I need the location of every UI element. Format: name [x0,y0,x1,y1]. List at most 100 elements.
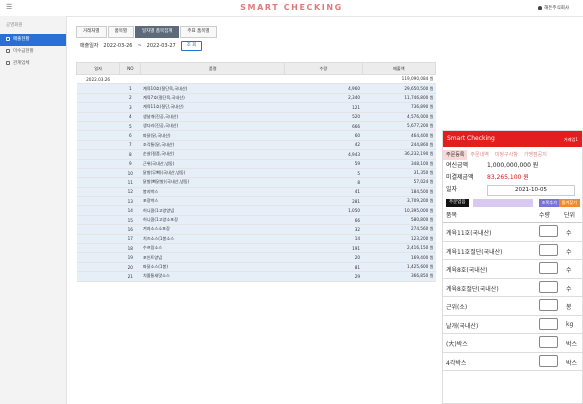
table-row[interactable]: 14 허니콤(1고양양념 1,050 10,395,000 원 [76,205,436,216]
date-cell: 2022.03.26 [76,74,120,85]
mobile-tab-notice[interactable]: 가맹점공지 [521,150,550,160]
quantity-input[interactable] [539,225,558,237]
quantity-input[interactable] [539,299,558,311]
table-row[interactable]: 4 생날개(진공,국내산) 520 4,576,000 원 [76,112,436,122]
row-no: 19 [119,252,141,263]
mobile-tab-unclaimed[interactable]: 미청구사항 [492,150,521,160]
tab-weekly-item[interactable]: 주표 품목별 [180,26,217,38]
table-row[interactable]: 6 파닭(닭,국내산) 60 464,400 원 [76,130,436,141]
blank-cell [76,83,120,94]
date-label: 일자 [446,186,458,193]
blank-cell [76,215,120,226]
row-no: 2 [119,93,141,104]
table-row[interactable]: 2 계육7호(절단육,국내산) 2,340 11,746,800 원 [76,93,436,104]
table-row[interactable]: 20 파닭소스(1봉) 81 1,425,600 원 [76,262,436,273]
sidebar-item-receivables[interactable]: 미수금현황 [0,46,66,58]
search-button[interactable]: 조 회 [180,41,203,51]
item-qty: 81 [284,262,363,273]
date-to-input[interactable]: 2022-03-27 [147,40,176,52]
quantity-input[interactable] [539,262,558,274]
table-header: 일자 NO 품명 수량 매출액 [75,62,437,75]
table-row[interactable]: 15 허니콤(1고양소포장 66 580,800 원 [76,215,436,226]
table-row[interactable]: 8 순살(절품,국내산) 4,943 36,232,190 원 [76,149,436,160]
item-name: 겨자소스소포장 [140,224,285,235]
mobile-title: Smart Checking [447,135,495,142]
list-icon [6,60,10,65]
table-row[interactable]: 13 포장박스 281 3,709,200 원 [76,196,436,207]
item-qty: 4,943 [284,149,363,160]
main-content: 거래처별 품목별 일자별 품목집계 주표 품목별 매출일자 2022-03-26… [76,26,436,52]
list-icon [6,36,10,41]
quantity-input[interactable] [539,243,558,256]
sidebar-item-label: 미수금현황 [13,49,34,54]
total-row[interactable]: 2022.03.26 119,090,084 원 [76,74,436,85]
item-col-label: 품목 [446,212,458,219]
mobile-tab-order[interactable]: 주문등록 [443,150,468,160]
bar-spacer [473,199,533,207]
item-name: 근위(국내산,냉동) [140,159,285,169]
item-qty: 4,960 [284,83,363,94]
blank-cell [140,74,285,85]
item-amount: 36,232,190 원 [362,149,436,160]
table-row[interactable]: 12 봉지박스 41 184,500 원 [76,187,436,198]
table-row[interactable]: 5 생다리(진공,국내산) 666 5,677,200 원 [76,121,436,132]
mobile-tab-history[interactable]: 주문내역 [467,150,491,160]
row-no: 20 [119,262,141,273]
item-qty: 121 [284,102,363,113]
sidebar-item-partners[interactable]: 관계업체 [0,58,66,70]
item-name: 봉지박스 [140,187,285,198]
item-amount: 736,890 원 [362,102,436,113]
order-item-name: 계육8호절단(국내산) [446,285,499,293]
add-item-button[interactable]: 조목추가 [538,199,560,207]
item-amount: 366,850 원 [362,271,436,282]
sidebar-item-sales[interactable]: 매출현황 [0,34,66,46]
total-amount: 119,090,084 원 [362,74,436,85]
item-amount: 464,400 원 [362,130,436,141]
row-no: 18 [119,243,141,254]
blank-cell [76,187,120,198]
table-row[interactable]: 11 닭발(뼈닭발)(국내산,냉동) 8 57,024 원 [76,177,436,188]
date-from-input[interactable]: 2022-03-26 [103,40,132,52]
user-icon [538,5,543,10]
user-menu[interactable]: 해든주식회사 [538,5,569,11]
order-item-unit: 봉 [566,304,572,311]
table-row[interactable]: 1 계육10호(절단육,국내산) 4,960 29,650,500 원 [76,83,436,94]
favorites-button[interactable]: 즐겨찾기 [558,199,580,207]
tab-daily-item-summary[interactable]: 일자별 품목집계 [134,26,180,38]
tab-by-item[interactable]: 품목별 [107,26,134,38]
order-button[interactable]: 주문업음 [446,199,469,207]
quantity-input[interactable] [539,317,558,330]
item-qty: 41 [284,187,363,198]
blank-cell [76,243,120,254]
row-no: 7 [119,140,141,151]
table-row[interactable]: 7 조각통(닭,국내산) 42 244,860 원 [76,140,436,151]
order-item-name: 계육8호(국내산) [446,267,488,274]
item-qty: 59 [284,159,363,169]
item-amount: 29,650,500 원 [362,83,436,94]
table-row[interactable]: 16 겨자소스소포장 32 274,560 원 [76,224,436,235]
table-row[interactable]: 3 계육11호(절단,국내산) 121 736,890 원 [76,102,436,113]
quantity-input[interactable] [539,280,558,293]
table-row[interactable]: 17 치즈소스(1봉소스 14 123,200 원 [76,234,436,245]
table-row[interactable]: 21 치즐통새맛소스 29 366,850 원 [76,271,436,282]
item-qty: 5 [284,168,363,179]
tab-by-customer[interactable]: 거래처별 [76,26,107,38]
row-no: 12 [119,187,141,198]
item-amount: 2,416,150 원 [362,243,436,254]
quantity-input[interactable] [539,336,558,348]
blank-cell [76,149,120,160]
quantity-input[interactable] [539,354,558,367]
blank-cell [76,271,120,282]
table-row[interactable]: 9 근위(국내산,냉동) 59 348,100 원 [76,159,436,169]
table-row[interactable]: 19 포인트양념 20 169,400 원 [76,252,436,263]
date-input[interactable]: 2021-10-05 [487,185,575,196]
table-row[interactable]: 10 닭발(무뼈)(국내산,냉동) 5 31,350 원 [76,168,436,179]
item-qty: 281 [284,196,363,207]
brand-title: SMART CHECKING [240,3,343,12]
order-item-row: 날개(국내산) kg [443,316,582,334]
table-row[interactable]: 18 수프링소스 191 2,416,150 원 [76,243,436,254]
order-item-name: 날개(국내산) [446,322,479,330]
mobile-header: Smart Checking 거래업1 [443,131,582,147]
order-item-name: 근위(소) [446,304,468,311]
mobile-subtitle: 거래업1 [563,137,578,142]
